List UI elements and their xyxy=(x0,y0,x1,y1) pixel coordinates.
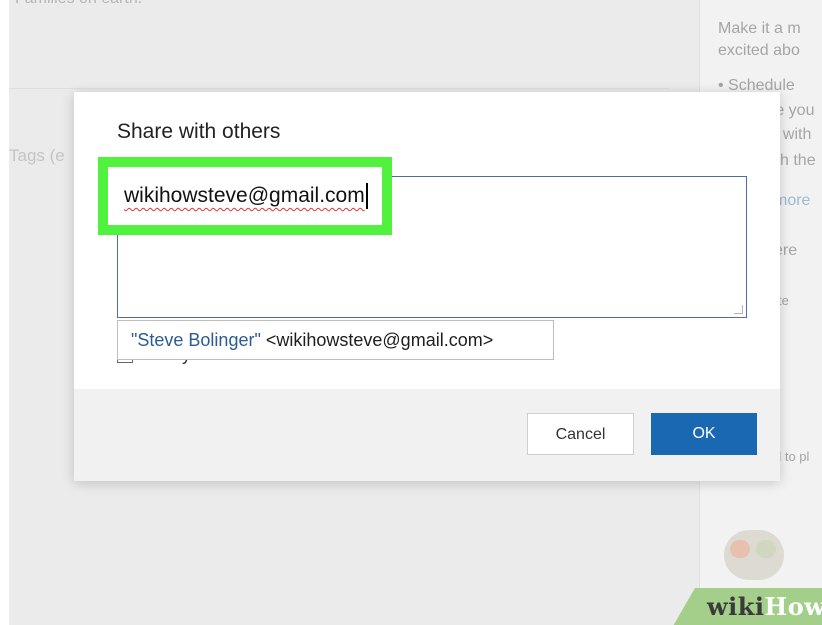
highlight-box: wikihowsteve@gmail.com xyxy=(98,157,392,235)
suggestion-email: <wikihowsteve@gmail.com> xyxy=(260,330,494,350)
text-cursor xyxy=(365,183,368,210)
autocomplete-suggestion[interactable]: "Steve Bolinger" <wikihowsteve@gmail.com… xyxy=(117,320,554,360)
background-heading: Families on earth. xyxy=(15,0,142,8)
share-input-value: wikihowsteve@gmail.com xyxy=(124,184,365,207)
suggestion-name: "Steve Bolinger" xyxy=(131,330,261,350)
panel-text-line: excited abo xyxy=(718,42,800,59)
wikihow-logo: wikiHow xyxy=(707,592,822,621)
share-dialog: Share with others Notify via email Cance… xyxy=(74,92,780,481)
dialog-title: Share with others xyxy=(117,120,281,143)
panel-text-line: Make it a m xyxy=(718,20,801,37)
dialog-footer: Cancel OK xyxy=(74,389,780,481)
background-divider xyxy=(9,88,669,89)
tags-input-placeholder: Tags (e xyxy=(9,146,65,165)
cancel-button[interactable]: Cancel xyxy=(527,413,634,455)
avatar-icon xyxy=(724,530,784,580)
ok-button[interactable]: OK xyxy=(651,413,757,455)
screenshot-frame: Families on earth. Tags (e Make it a m e… xyxy=(9,0,822,625)
share-input-zoomed[interactable]: wikihowsteve@gmail.com xyxy=(108,167,382,225)
resize-grip-icon[interactable] xyxy=(734,305,743,314)
